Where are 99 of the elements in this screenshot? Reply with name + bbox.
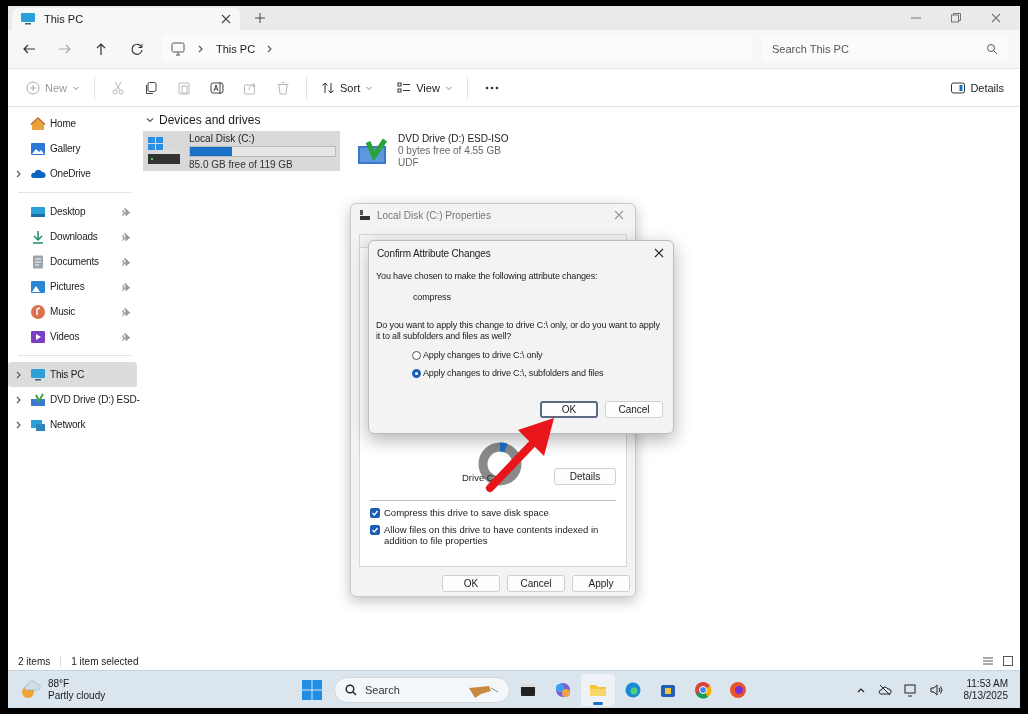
search-icon [345,683,357,696]
music-icon [30,303,46,320]
plus-icon[interactable] [254,12,266,24]
restore-icon[interactable] [950,12,962,24]
taskbar-search[interactable]: Search [334,676,510,703]
sort-icon [321,80,335,95]
status-text: 2 items [18,655,51,667]
dialog-question: Do you want to apply this change to drive C:\ only, or do you want to apply it to all subfolders and files as well? [376,320,661,342]
status-text: 1 item selected [60,655,139,667]
check-icon [371,526,379,534]
dialog-button[interactable]: OK [540,401,598,418]
sidebar-item[interactable]: Videos [8,324,137,349]
back-icon[interactable] [22,42,36,56]
search-icon [986,43,998,55]
dialog-message: You have chosen to make the following attribute changes: [376,271,599,281]
drive-tile[interactable]: DVD Drive (D:) ESD-ISO 0 bytes free of 4.55 GB UDF [352,131,549,171]
pin-icon [121,306,131,317]
temperature: 88°F [48,677,71,690]
monitor-icon [170,41,186,57]
home-icon [30,115,46,132]
monitor-icon [30,366,46,383]
checkbox-label: Allow files on this drive to have contents indexed in addition to file properties [384,524,600,546]
drive-info: 0 bytes free of 4.55 GB [398,145,502,156]
gallery-icon [30,140,46,157]
start-icon[interactable] [302,679,322,700]
checkbox[interactable] [370,525,380,535]
dialog-titlebar: Local Disk (C:) Properties [351,204,635,226]
rename-icon[interactable] [210,80,224,95]
radio-label: Apply changes to drive C:\, subfolders and files [423,368,604,378]
address-bar[interactable]: This PC [162,36,752,62]
wave-icon[interactable] [624,680,642,699]
up-icon[interactable] [94,42,108,56]
pin-icon [121,331,131,342]
orb-icon[interactable] [729,680,747,699]
speaker-icon[interactable] [929,683,944,696]
checkbox-label: Compress this drive to save disk space [384,507,549,518]
window-tab[interactable]: This PC [12,8,240,30]
pin-icon [121,206,131,217]
weather-condition: Partly cloudy [48,689,106,702]
checkbox[interactable] [370,508,380,518]
sidebar-item[interactable]: This PC [8,362,137,387]
drive-info: 85.0 GB free of 119 GB [189,159,294,170]
drive-name: DVD Drive (D:) ESD-ISO [398,133,510,144]
refresh-icon[interactable] [130,42,144,56]
view-button[interactable]: View [391,76,459,99]
attribute-name: compress [413,292,452,302]
network-icon[interactable] [903,682,918,697]
ring-icon[interactable] [694,680,712,699]
plus-circle-icon [26,80,40,95]
document-icon [30,253,46,270]
pin-icon [121,231,131,242]
clock-date: 8/13/2025 [963,689,1008,702]
radio-button[interactable] [412,368,421,378]
details-button[interactable]: Details [945,77,1010,98]
chevron-icon[interactable] [145,115,155,125]
details-button[interactable]: Details [554,468,616,485]
copy-icon[interactable] [144,80,158,95]
download-icon [30,228,46,245]
dialog-button[interactable]: Apply [572,575,630,592]
cloud-off-icon[interactable] [877,683,892,696]
dialog-button[interactable]: OK [442,575,500,592]
monitor-icon [20,11,36,27]
dialog-titlebar: Confirm Attribute Changes [369,241,673,265]
video-icon [30,328,46,345]
sidebar-item[interactable]: Network [8,412,137,437]
dialog-button[interactable]: Cancel [605,401,663,418]
pin-icon [121,281,131,292]
sidebar-item[interactable]: Music [8,299,137,324]
sidebar-item[interactable]: Home [8,111,137,136]
sort-button[interactable]: Sort [315,76,380,99]
sidebar-item[interactable]: Pictures [8,274,137,299]
breadcrumb[interactable]: This PC [216,43,256,55]
drive-name: Local Disk (C:) [189,133,256,144]
close-icon[interactable] [653,247,665,259]
picture-icon [30,278,46,295]
sidebar-item[interactable]: OneDrive [8,161,137,186]
search-field[interactable]: Search This PC [762,36,1008,62]
drive-info: UDF [398,157,420,168]
clock-time: 11:53 AM [966,677,1008,690]
drive-tile[interactable]: Local Disk (C:) 85.0 GB free of 119 GB [143,131,340,171]
dialog-button[interactable]: Cancel [507,575,565,592]
disc-icon [30,391,46,408]
section-header: Devices and drives [159,113,261,127]
radio-button[interactable] [412,350,421,360]
sidebar-item[interactable]: Downloads [8,224,137,249]
drive-icon [147,136,181,166]
disc-drive-icon [356,136,390,166]
radio-label: Apply changes to drive C:\ only [423,350,543,360]
drive-icon [359,209,371,221]
sidebar-item[interactable]: Documents [8,249,137,274]
view-icon [397,80,412,95]
sidebar-item[interactable]: Desktop [8,199,137,224]
details-pane-icon [951,81,966,94]
close-icon[interactable] [220,13,232,25]
tiles-view-icon[interactable] [1002,655,1014,667]
sidebar-item[interactable]: Gallery [8,136,137,161]
check-icon [371,509,379,517]
swirl-icon[interactable] [554,680,572,699]
pin-icon [121,256,131,267]
